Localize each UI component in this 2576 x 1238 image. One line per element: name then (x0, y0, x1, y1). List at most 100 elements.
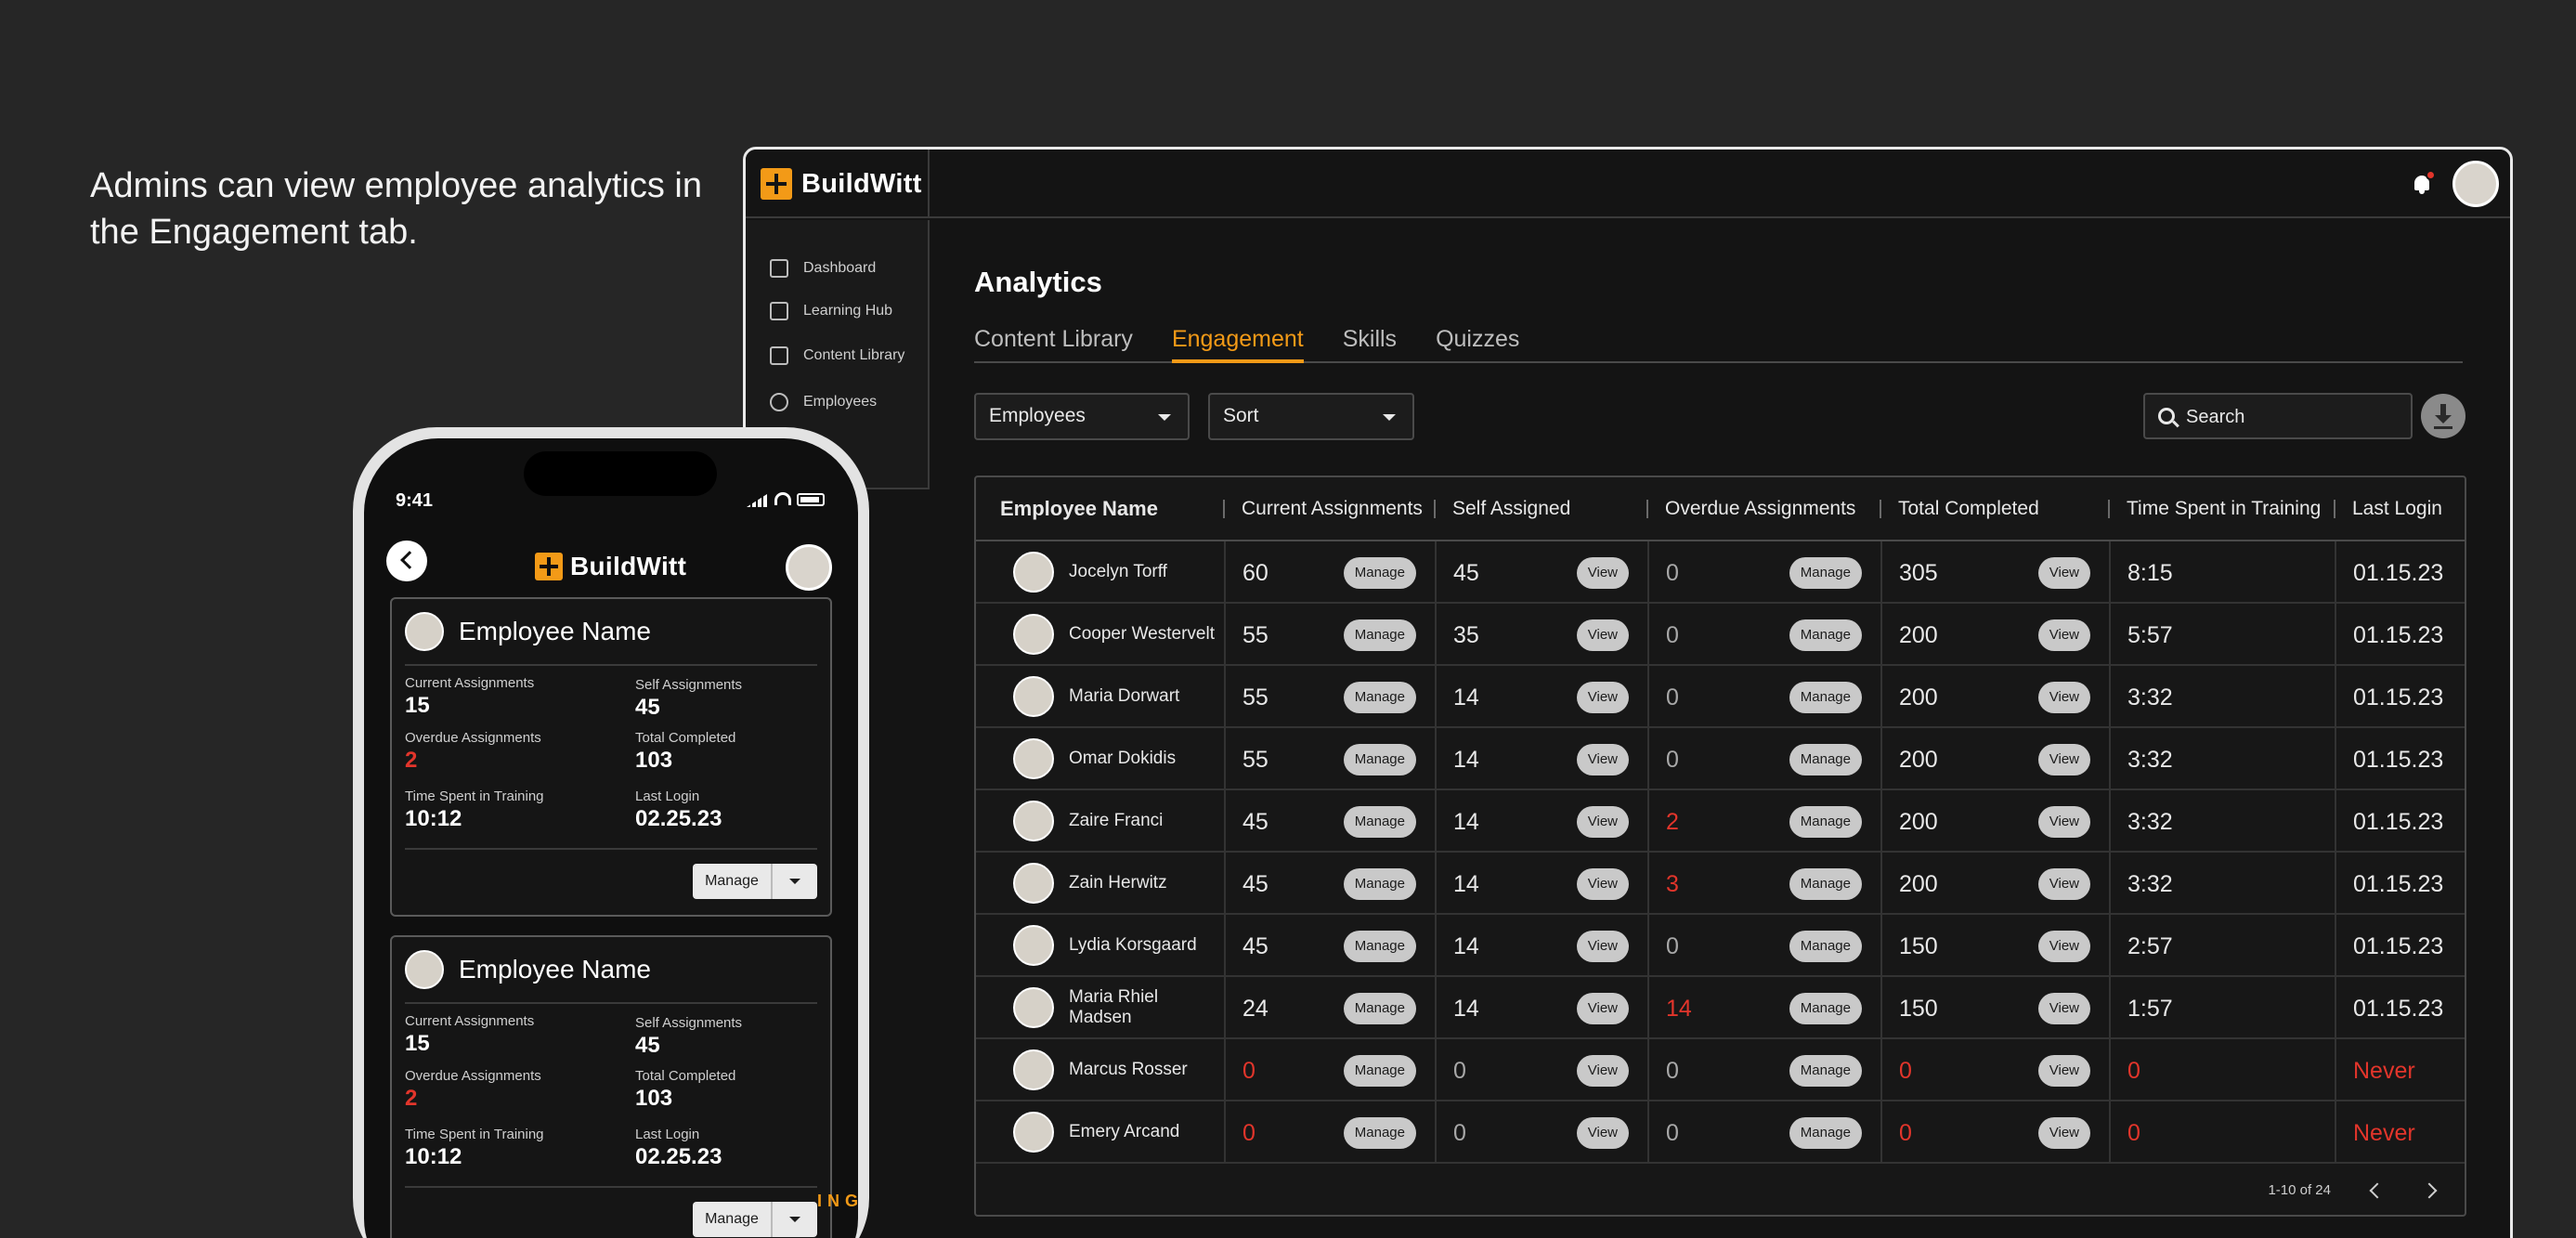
buildwitt-logo-icon (535, 553, 563, 580)
manage-button[interactable]: Manage (1789, 993, 1862, 1024)
tab-content-library[interactable]: Content Library (974, 326, 1133, 361)
book-icon (770, 346, 788, 365)
manage-button[interactable]: Manage (1343, 619, 1416, 651)
user-avatar[interactable] (2452, 161, 2499, 207)
manage-button[interactable]: Manage (1343, 806, 1416, 838)
column-header[interactable]: Self Assigned (1436, 477, 1648, 541)
manage-button[interactable]: Manage (1343, 682, 1416, 713)
view-button[interactable]: View (1576, 682, 1629, 713)
sidebar-item-label: Employees (803, 394, 878, 410)
manage-button[interactable]: Manage (693, 864, 773, 899)
manage-button[interactable]: Manage (1789, 931, 1862, 962)
employee-name[interactable]: Lydia Korsgaard (1069, 935, 1197, 956)
brand-logo[interactable]: BuildWitt (761, 166, 922, 202)
view-button[interactable]: View (1576, 744, 1629, 775)
view-button[interactable]: View (2037, 993, 2090, 1024)
chevron-left-icon[interactable] (2369, 1182, 2386, 1199)
table-row: Zain Herwitz 45 Manage 14 View 3 Manage 200 View… (976, 852, 2465, 915)
notification-bell-icon[interactable] (2412, 170, 2436, 196)
view-button[interactable]: View (2037, 557, 2090, 589)
manage-button[interactable]: Manage (1343, 557, 1416, 589)
column-header[interactable]: Last Login (2335, 477, 2465, 541)
chevron-right-icon[interactable] (2421, 1182, 2438, 1199)
employee-name[interactable]: Emery Arcand (1069, 1122, 1179, 1142)
view-button[interactable]: View (1576, 1117, 1629, 1149)
tab-skills[interactable]: Skills (1343, 326, 1397, 361)
view-button[interactable]: View (2037, 682, 2090, 713)
manage-button[interactable]: Manage (1343, 1117, 1416, 1149)
chevron-down-icon[interactable] (773, 1202, 817, 1237)
table-cell: 0 (2110, 1038, 2336, 1101)
manage-button[interactable]: Manage (1789, 744, 1862, 775)
column-header[interactable]: Total Completed (1881, 477, 2110, 541)
manage-button[interactable]: Manage (693, 1202, 773, 1237)
view-button[interactable]: View (2037, 619, 2090, 651)
view-button[interactable]: View (1576, 557, 1629, 589)
employee-name[interactable]: Maria Dorwart (1069, 686, 1179, 707)
employee-name[interactable]: Zaire Franci (1069, 811, 1163, 831)
employee-name[interactable]: Marcus Rosser (1069, 1060, 1188, 1080)
last-login: 01.15.23 (2353, 809, 2444, 835)
manage-button[interactable]: Manage (1789, 619, 1862, 651)
cell-value: 0 (2127, 1058, 2140, 1084)
manage-button[interactable]: Manage (1789, 806, 1862, 838)
sidebar-item-learning-hub[interactable]: Learning Hub (770, 298, 892, 324)
avatar (1013, 737, 1054, 779)
manage-button[interactable]: Manage (1343, 993, 1416, 1024)
back-button[interactable] (386, 541, 427, 581)
view-button[interactable]: View (2037, 1117, 2090, 1149)
view-button[interactable]: View (1576, 619, 1629, 651)
table-cell: 55 Manage (1225, 603, 1437, 666)
view-button[interactable]: View (1576, 931, 1629, 962)
manage-dropdown-button[interactable]: Manage (693, 1202, 817, 1237)
table-cell: 45 View (1436, 541, 1649, 604)
view-button[interactable]: View (2037, 931, 2090, 962)
search-input[interactable] (2186, 403, 2400, 431)
cell-value: 0 (1899, 1058, 1912, 1084)
manage-dropdown-button[interactable]: Manage (693, 864, 817, 899)
view-button[interactable]: View (1576, 1055, 1629, 1087)
download-icon[interactable] (2421, 394, 2465, 438)
user-avatar[interactable] (786, 544, 832, 591)
manage-button[interactable]: Manage (1343, 744, 1416, 775)
column-header[interactable]: Overdue Assignments (1648, 477, 1881, 541)
employee-name[interactable]: Maria Rhiel Madsen (1069, 987, 1224, 1028)
chevron-down-icon[interactable] (773, 864, 817, 899)
column-header[interactable]: Current Assignments (1225, 477, 1436, 541)
manage-button[interactable]: Manage (1343, 868, 1416, 900)
tab-engagement[interactable]: Engagement (1171, 326, 1304, 363)
manage-button[interactable]: Manage (1343, 931, 1416, 962)
cell-value: 24 (1242, 996, 1268, 1022)
view-button[interactable]: View (1576, 868, 1629, 900)
employee-name[interactable]: Jocelyn Torff (1069, 562, 1167, 582)
sidebar-item-dashboard[interactable]: Dashboard (770, 255, 876, 281)
view-button[interactable]: View (2037, 806, 2090, 838)
employees-select[interactable]: Employees (974, 393, 1190, 440)
tab-quizzes[interactable]: Quizzes (1436, 326, 1519, 361)
employee-name[interactable]: Omar Dokidis (1069, 749, 1176, 769)
view-button[interactable]: View (1576, 993, 1629, 1024)
manage-button[interactable]: Manage (1789, 1117, 1862, 1149)
last-login: 01.15.23 (2353, 622, 2444, 648)
column-header[interactable]: Employee Name (976, 477, 1225, 541)
brand-name: BuildWitt (801, 168, 922, 199)
view-button[interactable]: View (2037, 868, 2090, 900)
manage-button[interactable]: Manage (1789, 1055, 1862, 1087)
manage-button[interactable]: Manage (1789, 557, 1862, 589)
view-button[interactable]: View (2037, 1055, 2090, 1087)
manage-button[interactable]: Manage (1789, 868, 1862, 900)
page-title: Analytics (974, 266, 1102, 298)
manage-button[interactable]: Manage (1343, 1055, 1416, 1087)
cell-value: 0 (1666, 933, 1679, 959)
sort-select[interactable]: Sort (1208, 393, 1414, 440)
manage-button[interactable]: Manage (1789, 682, 1862, 713)
employee-name[interactable]: Cooper Westervelt (1069, 624, 1215, 645)
sidebar-item-content-library[interactable]: Content Library (770, 343, 904, 369)
last-login: 01.15.23 (2353, 684, 2444, 710)
view-button[interactable]: View (1576, 806, 1629, 838)
employee-name[interactable]: Zain Herwitz (1069, 873, 1167, 893)
column-header[interactable]: Time Spent in Training (2110, 477, 2335, 541)
table-row: Maria Rhiel Madsen 24 Manage 14 View 14 Manage… (976, 976, 2465, 1039)
view-button[interactable]: View (2037, 744, 2090, 775)
sidebar-item-employees[interactable]: Employees (770, 389, 877, 415)
